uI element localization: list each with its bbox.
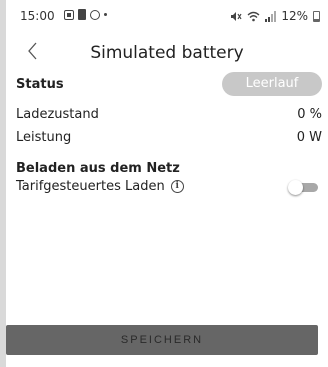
system-icons: 12% [230, 9, 320, 23]
tariff-charging-row: Tarifgesteuertes Laden i [16, 176, 322, 198]
status-row: Status Leerlauf [16, 72, 322, 98]
charge-level-value: 0 % [297, 107, 322, 122]
app-screen: 15:00 12% Simulated battery Status Leerl… [6, 0, 328, 367]
page-title: Simulated battery [90, 43, 244, 63]
status-label: Status [16, 77, 64, 92]
power-row: Leistung 0 W [16, 127, 322, 149]
charge-level-label: Ladezustand [16, 107, 99, 122]
status-time: 15:00 [20, 9, 55, 23]
battery-icon [313, 10, 320, 22]
app-bar: Simulated battery [6, 36, 328, 68]
sync-notification-icon [90, 9, 100, 20]
mute-icon [231, 11, 242, 21]
wifi-icon [247, 11, 260, 21]
info-icon[interactable]: i [170, 180, 184, 193]
notification-icons [64, 9, 107, 20]
power-label: Leistung [16, 130, 72, 145]
more-notifications-dot-icon [104, 13, 107, 16]
status-bar: 15:00 12% [6, 0, 328, 30]
tariff-charging-label: Tarifgesteuertes Laden [16, 179, 165, 194]
tariff-charging-label-wrap: Tarifgesteuertes Laden i [16, 179, 184, 194]
grid-charging-heading: Beladen aus dem Netz [16, 161, 180, 176]
save-button[interactable]: SPEICHERN [6, 325, 318, 355]
battery-notification-icon [78, 9, 86, 20]
image-notification-icon [64, 9, 74, 20]
status-badge: Leerlauf [222, 72, 322, 96]
charge-level-row: Ladezustand 0 % [16, 104, 322, 126]
tariff-charging-toggle[interactable] [288, 180, 318, 195]
signal-icon [265, 10, 277, 22]
battery-percent: 12% [281, 9, 308, 23]
power-value: 0 W [296, 130, 322, 145]
toggle-thumb [288, 180, 303, 195]
